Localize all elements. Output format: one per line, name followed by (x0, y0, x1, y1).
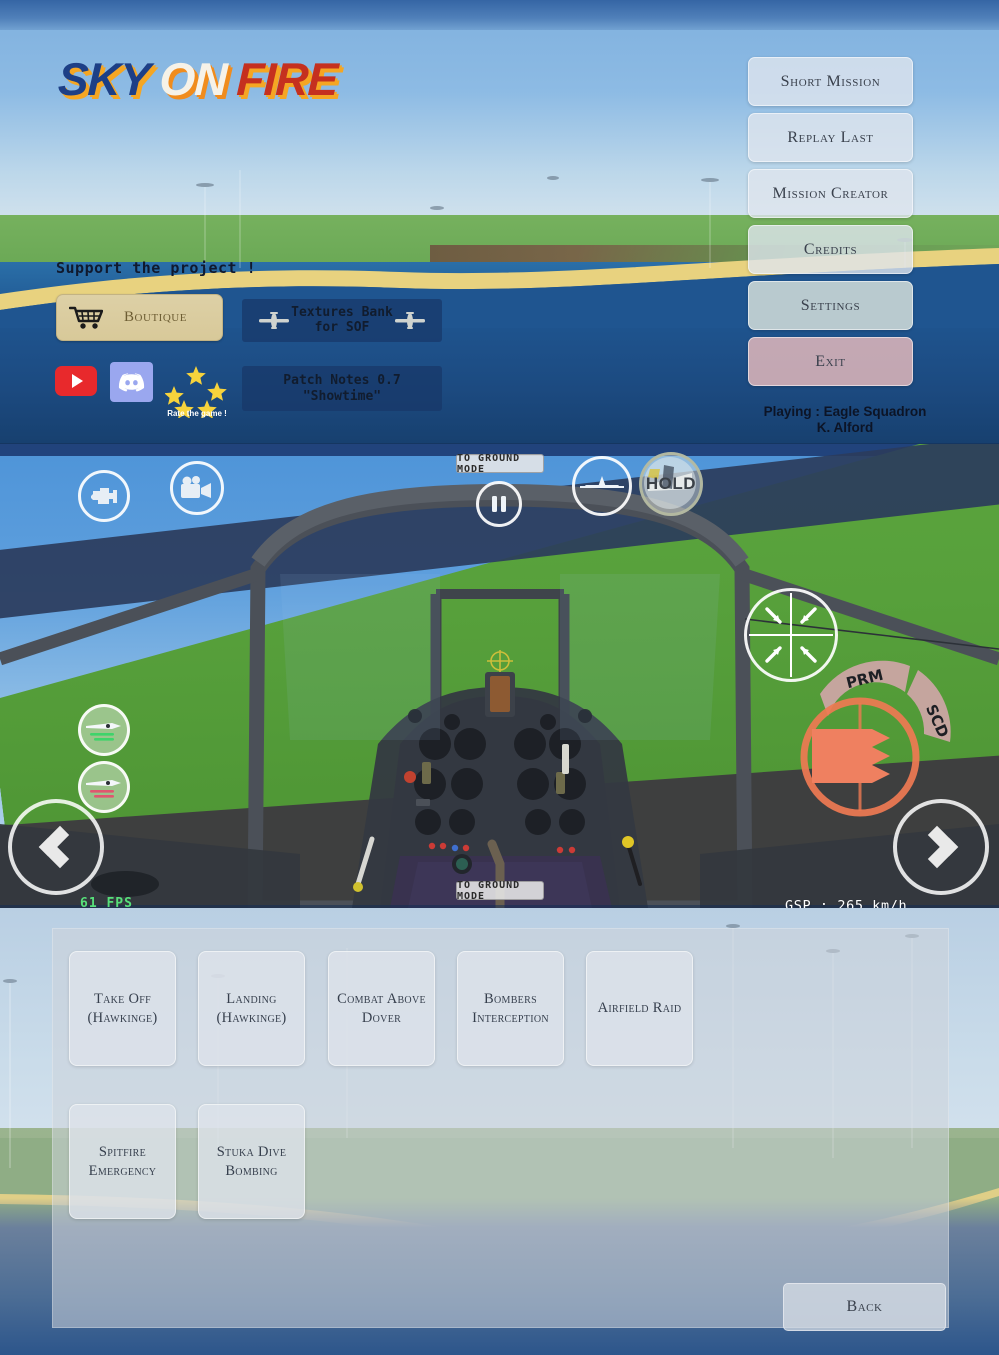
mission-line2: Dover (361, 1009, 402, 1026)
menu-button-settings[interactable]: Settings (748, 281, 913, 330)
mission-line2: Bombing (225, 1162, 278, 1179)
textures-bank-button[interactable]: Textures Bank for SOF (242, 299, 442, 342)
menu-top-band (0, 0, 999, 30)
game-screen: SKY ON FIRE Support the project ! Boutique (0, 0, 999, 1355)
telemetry-readout: GSP : 265 km/h ALT : 288 m THR : 84 % PR… (785, 898, 908, 908)
plane-right-icon (393, 311, 427, 331)
mission-panel: Take Off (Hawkinge) Landing (Hawkinge) C… (52, 928, 949, 1328)
mission-line2: Emergency (88, 1162, 157, 1179)
discord-icon[interactable] (110, 362, 153, 402)
logo-part-fire: FIRE (235, 53, 339, 105)
mission-card-label: Bombers Interception (472, 990, 549, 1026)
mission-line1: Landing (226, 991, 277, 1008)
textures-bank-line1: Textures Bank (291, 304, 393, 320)
logo-part-sky: SKY (57, 53, 151, 105)
patch-notes-line2: "Showtime" (302, 388, 382, 404)
back-button[interactable]: Back (783, 1283, 946, 1331)
mission-card-label: Airfield Raid (598, 999, 682, 1017)
mission-line2: (Hawkinge) (87, 1009, 158, 1026)
boutique-button[interactable]: Boutique (56, 294, 223, 341)
hold-icon[interactable]: HOLD (639, 452, 703, 516)
mission-line1: Bombers (484, 991, 537, 1008)
mission-line2: Interception (472, 1009, 549, 1026)
playing-status: Playing : Eagle Squadron K. Alford (700, 404, 990, 437)
cockpit-hud-section: TO GROUND MODE 61 FPS HOLD GSP: 265 km/… (0, 444, 999, 908)
menu-button-credits[interactable]: Credits (748, 225, 913, 274)
mission-card-stuka-dive-bombing[interactable]: Stuka Dive Bombing (198, 1104, 305, 1219)
mission-card-take-off[interactable]: Take Off (Hawkinge) (69, 951, 176, 1066)
hold-label: HOLD (645, 474, 697, 493)
mission-card-label: Landing (Hawkinge) (216, 990, 286, 1026)
rate-the-game-label: Rate the game ! (167, 409, 227, 418)
mission-card-label: Combat Above Dover (337, 990, 426, 1026)
main-menu-section: SKY ON FIRE Support the project ! Boutique (0, 0, 999, 444)
mission-card-bombers-interception[interactable]: Bombers Interception (457, 951, 564, 1066)
mission-line1: Combat Above (337, 991, 426, 1008)
pause-icon[interactable] (476, 481, 522, 527)
mission-card-label: Stuka Dive Bombing (217, 1143, 287, 1179)
mission-card-label: Spitfire Emergency (89, 1143, 157, 1179)
mission-line2: (Hawkinge) (216, 1009, 287, 1026)
engine-icon[interactable] (78, 470, 130, 522)
youtube-icon[interactable] (55, 366, 97, 396)
playing-line2: K. Alford (816, 420, 874, 436)
patch-notes-label: Patch Notes 0.7 "Showtime" (283, 373, 400, 404)
main-menu-buttons: Short Mission Replay Last Mission Creato… (748, 57, 913, 393)
camera-icon[interactable] (170, 461, 224, 515)
enemy-plane-icon[interactable] (78, 761, 130, 813)
textures-bank-line2: for SOF (314, 319, 370, 335)
mission-line1: Spitfire (98, 1144, 147, 1161)
mission-card-airfield-raid[interactable]: Airfield Raid (586, 951, 693, 1066)
patch-notes-button[interactable]: Patch Notes 0.7 "Showtime" (242, 366, 442, 411)
plane-left-icon (257, 311, 291, 331)
mission-card-label: Take Off (Hawkinge) (87, 990, 157, 1026)
patch-notes-line1: Patch Notes 0.7 (283, 372, 401, 388)
mission-line1: Take Off (93, 991, 152, 1008)
mission-card-combat-above-dover[interactable]: Combat Above Dover (328, 951, 435, 1066)
mission-card-landing[interactable]: Landing (Hawkinge) (198, 951, 305, 1066)
mission-line1: Airfield Raid (597, 1000, 682, 1017)
chevron-left-glyph (38, 825, 82, 869)
cart-icon (68, 306, 104, 330)
menu-button-short-mission[interactable]: Short Mission (748, 57, 913, 106)
to-ground-mode-button-bottom[interactable]: TO GROUND MODE (456, 880, 544, 902)
fps-counter: 61 FPS (80, 896, 133, 908)
playing-line1: Playing : Eagle Squadron (763, 404, 927, 419)
youtube-play-triangle (72, 374, 83, 388)
ally-plane-icon[interactable] (78, 704, 130, 756)
next-arrow-icon[interactable] (893, 799, 989, 895)
menu-button-exit[interactable]: Exit (748, 337, 913, 386)
game-logo: SKY ON FIRE (57, 52, 338, 106)
menu-button-replay-last[interactable]: Replay Last (748, 113, 913, 162)
horizon-icon[interactable] (572, 456, 632, 516)
textures-bank-label: Textures Bank for SOF (291, 304, 393, 336)
to-ground-mode-button-top[interactable]: TO GROUND MODE (456, 453, 544, 475)
logo-part-on: ON (158, 53, 228, 105)
mission-line1: Stuka Dive (216, 1144, 287, 1161)
mission-card-spitfire-emergency[interactable]: Spitfire Emergency (69, 1104, 176, 1219)
chevron-right-glyph (915, 825, 959, 869)
prev-arrow-icon[interactable] (8, 799, 104, 895)
menu-button-mission-creator[interactable]: Mission Creator (748, 169, 913, 218)
boutique-label: Boutique (124, 309, 187, 325)
support-title: Support the project ! (56, 259, 257, 277)
